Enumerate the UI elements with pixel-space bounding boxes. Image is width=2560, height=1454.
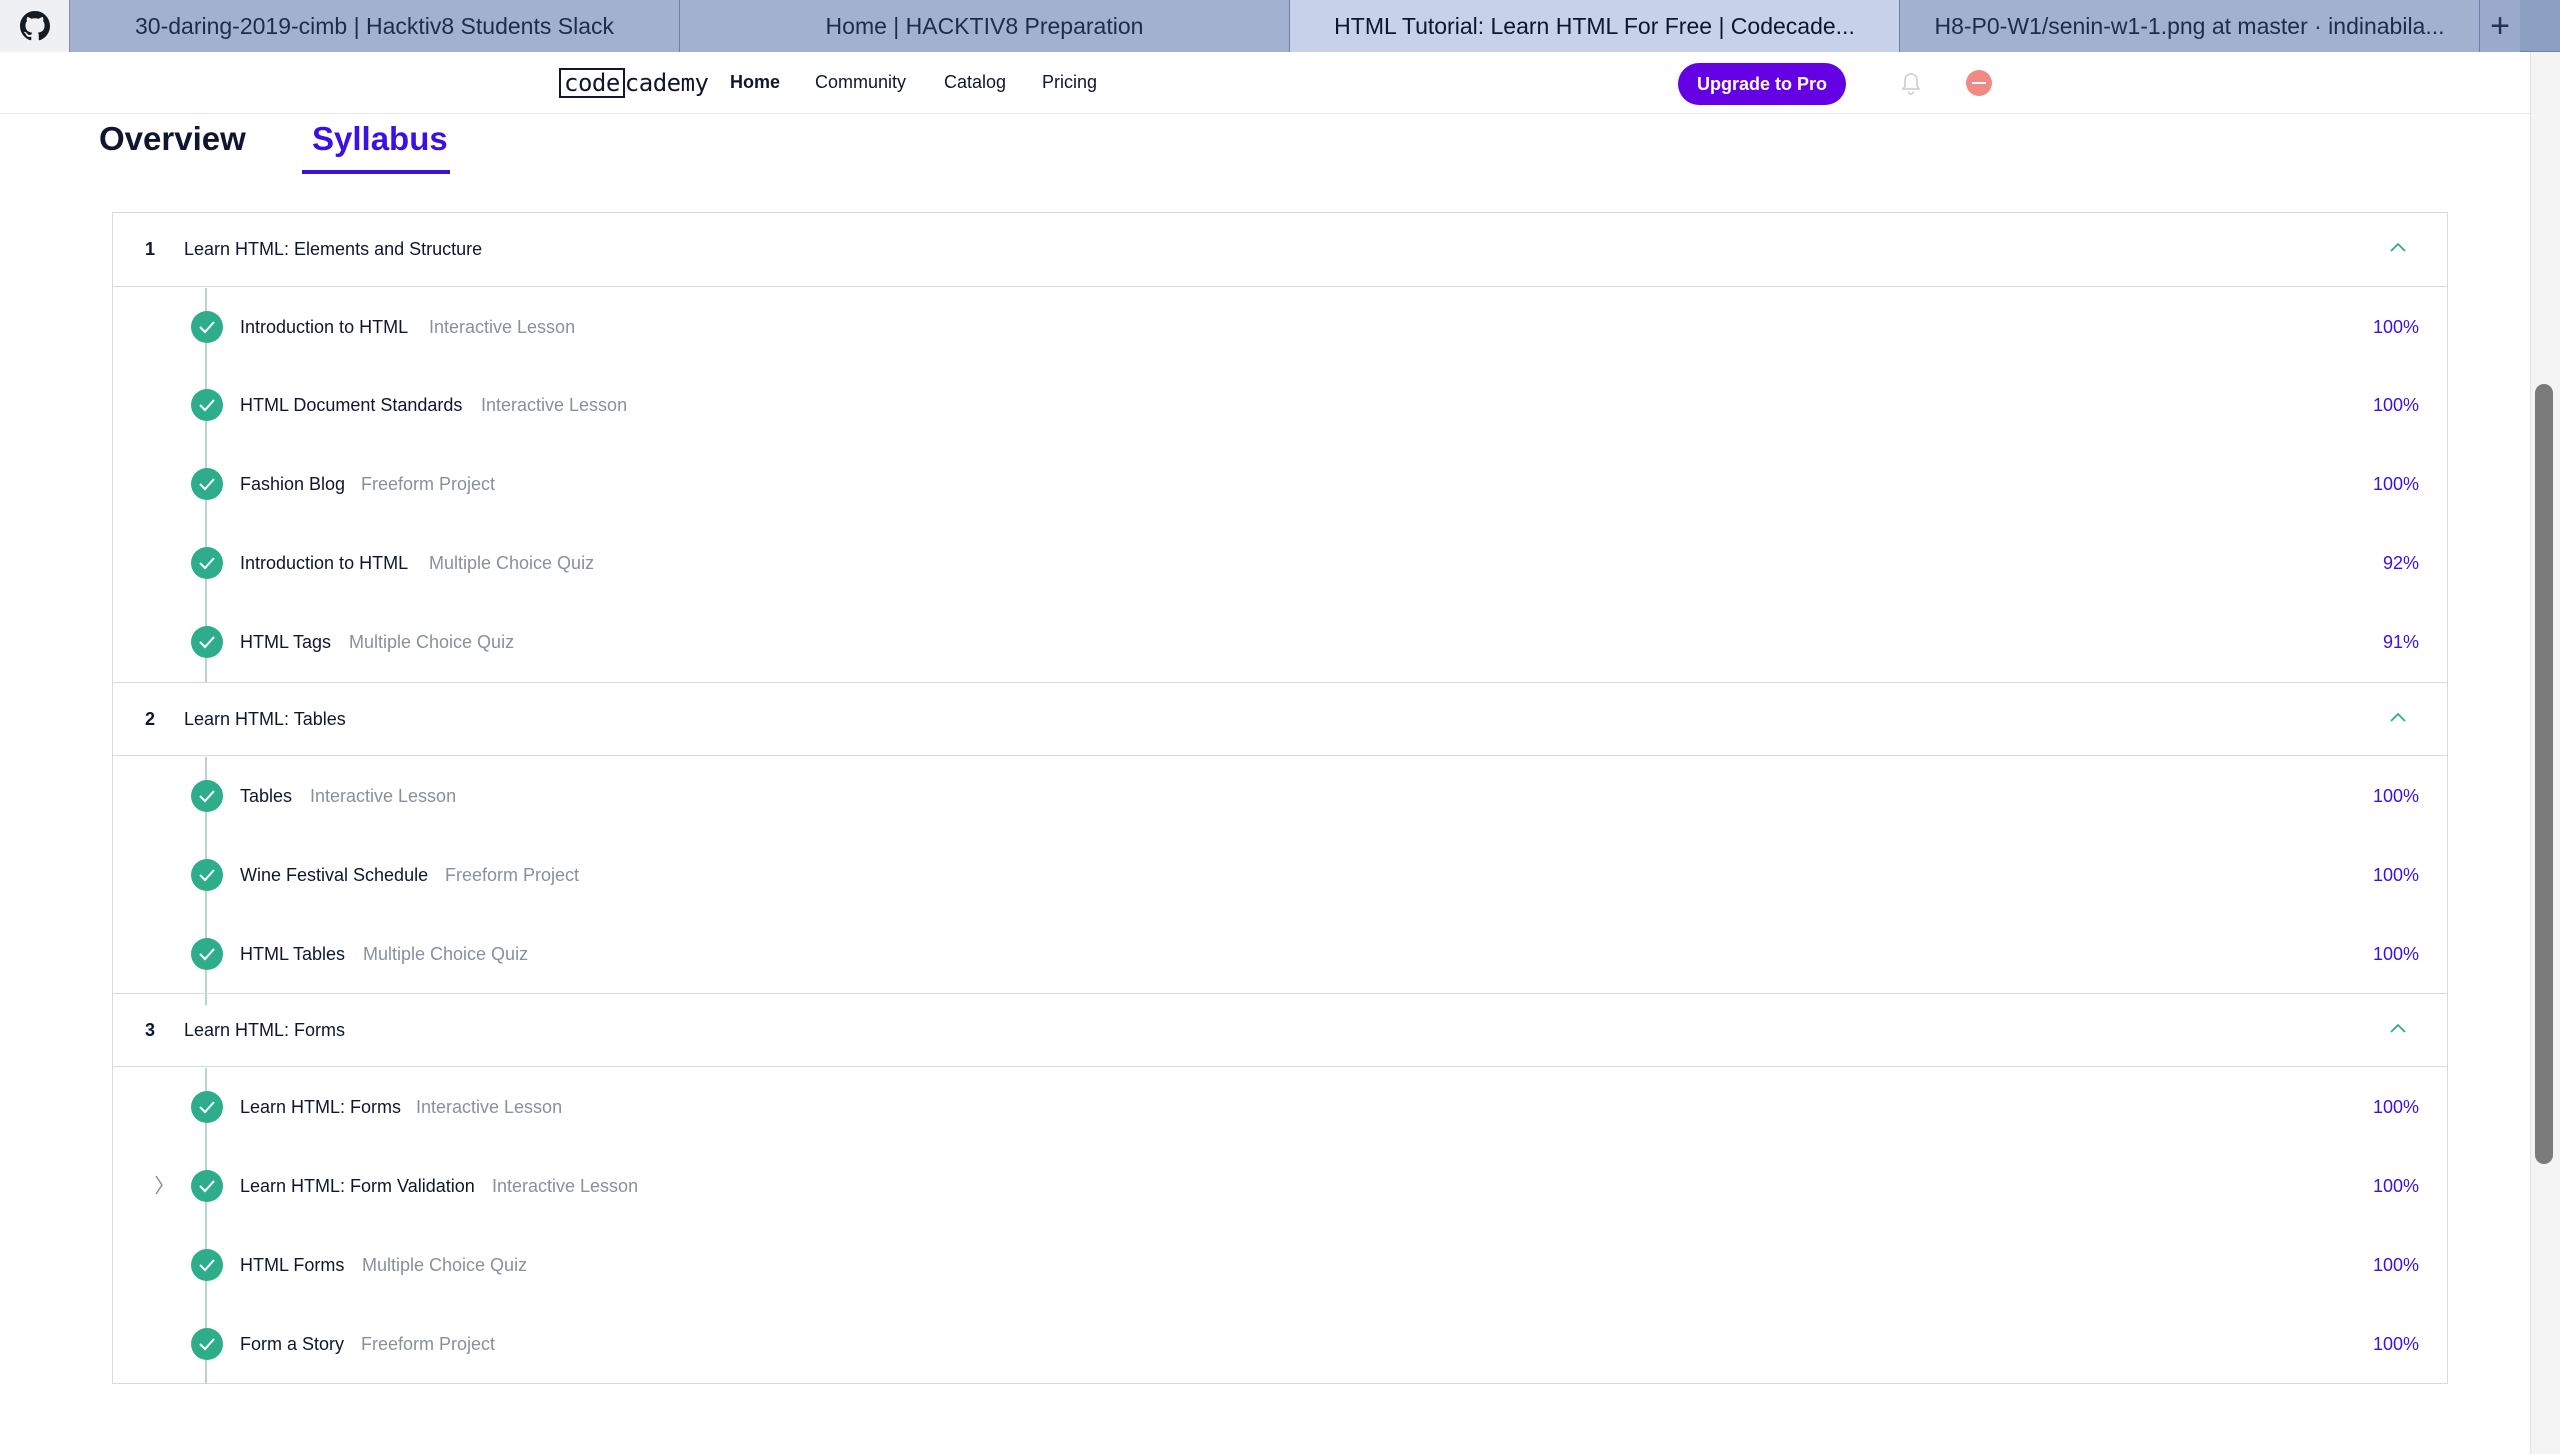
lesson-row[interactable]: HTML Tables Multiple Choice Quiz 100% bbox=[113, 934, 2447, 974]
lesson-type: Freeform Project bbox=[361, 474, 496, 494]
lesson-name: HTML Tags bbox=[240, 632, 332, 652]
active-tab-indicator bbox=[302, 170, 450, 174]
lesson-progress: 91% bbox=[2382, 632, 2419, 652]
chevron-up-icon[interactable] bbox=[2389, 241, 2407, 253]
module-header[interactable]: 3 Learn HTML: Forms bbox=[113, 993, 2447, 1067]
check-icon bbox=[191, 547, 223, 579]
nav-link-pricing[interactable]: Pricing bbox=[1042, 72, 1097, 93]
new-tab-button[interactable]: + bbox=[2480, 0, 2520, 52]
lesson-row[interactable]: Learn HTML: Form Validation Interactive … bbox=[113, 1166, 2447, 1206]
lesson-name: Fashion Blog bbox=[240, 474, 346, 494]
check-icon bbox=[191, 1328, 223, 1360]
lesson-progress: 100% bbox=[2372, 474, 2419, 494]
module-title: Learn HTML: Forms bbox=[184, 1020, 346, 1040]
module-number: 3 bbox=[145, 1020, 156, 1040]
lesson-type: Interactive Lesson bbox=[310, 786, 457, 806]
lesson-row[interactable]: Fashion Blog Freeform Project 100% bbox=[113, 464, 2447, 504]
module-header[interactable]: 1 Learn HTML: Elements and Structure bbox=[113, 213, 2447, 287]
lesson-type: Multiple Choice Quiz bbox=[429, 553, 595, 573]
lesson-row[interactable]: Form a Story Freeform Project 100% bbox=[113, 1324, 2447, 1364]
nav-link-home[interactable]: Home bbox=[730, 72, 780, 93]
browser-tab[interactable]: 30-daring-2019-cimb | Hacktiv8 Students … bbox=[70, 0, 680, 52]
lesson-type: Freeform Project bbox=[445, 865, 580, 885]
lesson-progress: 100% bbox=[2372, 395, 2419, 415]
lesson-progress: 100% bbox=[2372, 1176, 2419, 1196]
check-icon bbox=[191, 1249, 223, 1281]
lesson-progress: 100% bbox=[2372, 1097, 2419, 1117]
tab-overview[interactable]: Overview bbox=[99, 120, 246, 158]
module-header[interactable]: 2 Learn HTML: Tables bbox=[113, 682, 2447, 756]
github-icon[interactable] bbox=[0, 0, 70, 52]
lesson-row[interactable]: HTML Tags Multiple Choice Quiz 91% bbox=[113, 622, 2447, 662]
lesson-progress: 100% bbox=[2372, 1334, 2419, 1354]
lesson-name: HTML Document Standards bbox=[240, 395, 463, 415]
logo-cademy: cademy bbox=[624, 69, 709, 97]
check-icon bbox=[191, 1091, 223, 1123]
lesson-progress: 100% bbox=[2372, 865, 2419, 885]
lesson-row[interactable]: Learn HTML: Forms Interactive Lesson 100… bbox=[113, 1087, 2447, 1127]
nav-link-community[interactable]: Community bbox=[815, 72, 906, 93]
lesson-row[interactable]: Introduction to HTML Multiple Choice Qui… bbox=[113, 543, 2447, 583]
chevron-up-icon[interactable] bbox=[2389, 1022, 2407, 1034]
lesson-name: Wine Festival Schedule bbox=[240, 865, 429, 885]
lesson-name: HTML Tables bbox=[240, 944, 346, 964]
scrollbar-thumb[interactable] bbox=[2535, 384, 2553, 1164]
lesson-type: Interactive Lesson bbox=[481, 395, 628, 415]
lesson-progress: 100% bbox=[2372, 317, 2419, 337]
codecademy-logo[interactable]: code cademy bbox=[559, 68, 709, 98]
lesson-row[interactable]: HTML Document Standards Interactive Less… bbox=[113, 385, 2447, 425]
module-title: Learn HTML: Elements and Structure bbox=[184, 239, 483, 259]
avatar[interactable] bbox=[1966, 70, 1992, 96]
check-icon bbox=[191, 859, 223, 891]
logo-code: code bbox=[559, 68, 625, 98]
lesson-type: Multiple Choice Quiz bbox=[362, 1255, 528, 1275]
lesson-name: Tables bbox=[240, 786, 293, 806]
lesson-row[interactable]: Tables Interactive Lesson 100% bbox=[113, 776, 2447, 816]
lesson-progress: 100% bbox=[2372, 786, 2419, 806]
check-icon bbox=[191, 311, 223, 343]
nav-link-catalog[interactable]: Catalog bbox=[944, 72, 1006, 93]
lesson-type: Interactive Lesson bbox=[492, 1176, 639, 1196]
syllabus-panel: 1 Learn HTML: Elements and Structure Int… bbox=[112, 212, 2448, 1384]
browser-tab[interactable]: Home | HACKTIV8 Preparation bbox=[680, 0, 1290, 52]
lesson-type: Multiple Choice Quiz bbox=[363, 944, 529, 964]
lesson-progress: 100% bbox=[2372, 1255, 2419, 1275]
chevron-right-icon[interactable] bbox=[153, 1174, 165, 1196]
lesson-name: Introduction to HTML bbox=[240, 317, 409, 337]
lesson-progress: 100% bbox=[2372, 944, 2419, 964]
browser-tab-strip: 30-daring-2019-cimb | Hacktiv8 Students … bbox=[0, 0, 2560, 52]
lesson-progress: 92% bbox=[2382, 553, 2419, 573]
lesson-type: Multiple Choice Quiz bbox=[349, 632, 515, 652]
browser-tab-active[interactable]: HTML Tutorial: Learn HTML For Free | Cod… bbox=[1290, 0, 1900, 52]
site-header: code cademy Home Community Catalog Pricin… bbox=[0, 52, 2530, 114]
module-title: Learn HTML: Tables bbox=[184, 709, 346, 729]
lesson-name: Learn HTML: Forms bbox=[240, 1097, 402, 1117]
bell-icon[interactable] bbox=[1900, 72, 1922, 96]
lesson-row[interactable]: Wine Festival Schedule Freeform Project … bbox=[113, 855, 2447, 895]
tab-syllabus[interactable]: Syllabus bbox=[312, 120, 448, 158]
lesson-type: Interactive Lesson bbox=[429, 317, 576, 337]
lesson-name: Learn HTML: Form Validation bbox=[240, 1176, 475, 1196]
lesson-name: Introduction to HTML bbox=[240, 553, 409, 573]
module-number: 2 bbox=[145, 709, 156, 729]
check-icon bbox=[191, 389, 223, 421]
chevron-up-icon[interactable] bbox=[2389, 711, 2407, 723]
check-icon bbox=[191, 780, 223, 812]
check-icon bbox=[191, 1170, 223, 1202]
check-icon bbox=[191, 938, 223, 970]
upgrade-to-pro-button[interactable]: Upgrade to Pro bbox=[1678, 63, 1846, 105]
lesson-name: Form a Story bbox=[240, 1334, 345, 1354]
browser-tab[interactable]: H8-P0-W1/senin-w1-1.png at master · indi… bbox=[1900, 0, 2480, 52]
lesson-row[interactable]: Introduction to HTML Interactive Lesson … bbox=[113, 307, 2447, 347]
lesson-name: HTML Forms bbox=[240, 1255, 345, 1275]
lesson-type: Interactive Lesson bbox=[416, 1097, 563, 1117]
lesson-row[interactable]: HTML Forms Multiple Choice Quiz 100% bbox=[113, 1245, 2447, 1285]
check-icon bbox=[191, 468, 223, 500]
check-icon bbox=[191, 626, 223, 658]
lesson-type: Freeform Project bbox=[361, 1334, 496, 1354]
module-number: 1 bbox=[145, 239, 156, 259]
